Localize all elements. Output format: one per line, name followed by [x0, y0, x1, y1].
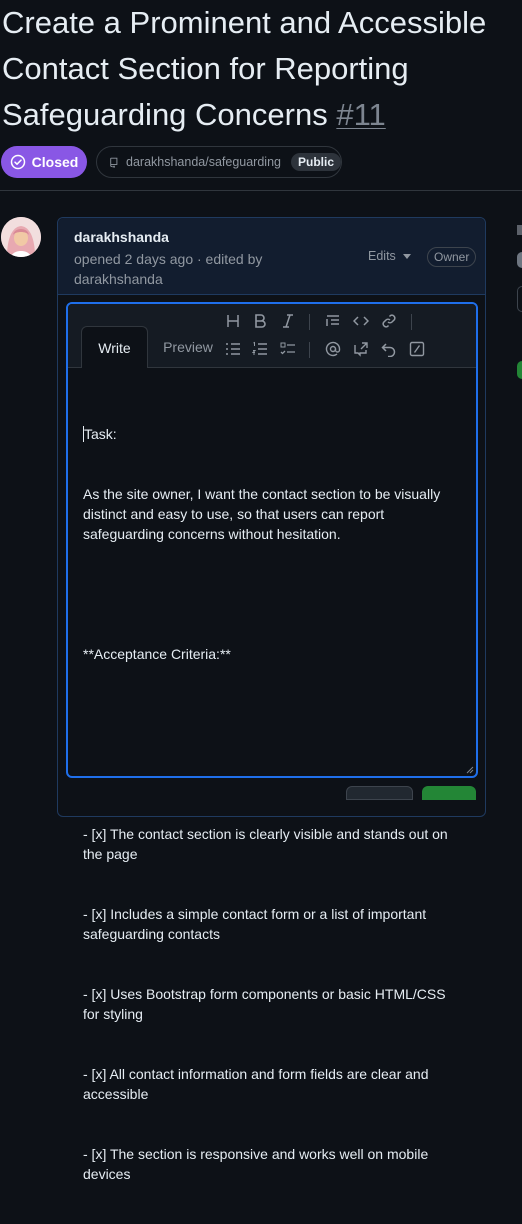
undo-icon[interactable] — [380, 340, 398, 358]
body-line: - [x] Includes a simple contact form or … — [83, 906, 431, 942]
toolbar-divider — [309, 314, 310, 330]
repo-icon — [110, 157, 118, 168]
repo-name: darakhshanda/safeguarding — [126, 155, 281, 169]
status-badge: Closed — [1, 146, 87, 178]
heading-icon[interactable] — [224, 312, 242, 330]
visibility-badge: Public — [290, 153, 341, 171]
comment-author[interactable]: darakhshanda — [74, 229, 169, 245]
issue-title-text: Create a Prominent and Accessible Contac… — [2, 5, 487, 132]
quote-icon[interactable] — [324, 312, 342, 330]
resize-handle-icon[interactable] — [466, 766, 474, 774]
issue-title: Create a Prominent and Accessible Contac… — [2, 0, 517, 138]
repo-link[interactable]: darakhshanda/safeguarding Public — [96, 146, 342, 178]
update-comment-button[interactable] — [422, 786, 476, 800]
tab-write[interactable]: Write — [81, 326, 148, 368]
edits-label: Edits — [368, 249, 396, 263]
code-icon[interactable] — [352, 312, 370, 330]
avatar-image-icon — [1, 217, 41, 257]
body-line: **Acceptance Criteria:** — [83, 646, 231, 662]
body-line: - [x] All contact information and form f… — [83, 1066, 433, 1102]
comment-body-textarea[interactable]: Task: As the site owner, I want the cont… — [83, 384, 453, 1224]
tab-preview[interactable]: Preview — [148, 326, 228, 368]
task-list-icon[interactable] — [279, 340, 297, 358]
cross-reference-icon[interactable] — [352, 340, 370, 358]
body-line: - [x] The contact section is clearly vis… — [83, 826, 452, 862]
body-line: - [x] The section is responsive and work… — [83, 1146, 433, 1182]
toolbar-divider — [411, 314, 412, 330]
toolbar-divider — [309, 342, 310, 358]
edits-dropdown[interactable]: Edits — [368, 249, 411, 263]
unordered-list-icon[interactable] — [224, 340, 242, 358]
issue-number-link[interactable]: #11 — [336, 97, 385, 132]
body-line: As the site owner, I want the contact se… — [83, 486, 445, 542]
ordered-list-icon[interactable] — [251, 340, 269, 358]
comment-header: darakhshanda opened 2 days ago · edited … — [58, 218, 485, 295]
italic-icon[interactable] — [279, 312, 297, 330]
bold-icon[interactable] — [251, 312, 269, 330]
body-line — [83, 584, 453, 604]
body-line — [83, 704, 453, 724]
header-divider — [0, 190, 522, 191]
body-line: Task: — [83, 426, 117, 442]
sidebar-avatar-fragment — [517, 252, 522, 268]
comment-meta: opened 2 days ago · edited by darakhshan… — [74, 251, 263, 287]
avatar[interactable] — [1, 217, 41, 257]
markdown-editor: Write Preview Task: As the site owner, I… — [66, 302, 478, 1182]
slash-command-icon[interactable] — [408, 340, 426, 358]
cancel-button[interactable] — [346, 786, 413, 800]
mention-icon[interactable] — [324, 340, 342, 358]
body-line — [83, 764, 453, 784]
sidebar-fragment — [517, 225, 522, 235]
sidebar-badge-fragment — [517, 361, 522, 379]
status-label: Closed — [31, 154, 79, 170]
sidebar-button-fragment — [517, 286, 522, 312]
closed-check-icon — [10, 154, 25, 170]
editor-toolbar: Write Preview — [68, 304, 476, 368]
body-line: - [x] Uses Bootstrap form components or … — [83, 986, 450, 1022]
chevron-down-icon — [402, 253, 411, 259]
link-icon[interactable] — [380, 312, 398, 330]
owner-badge: Owner — [427, 247, 477, 267]
